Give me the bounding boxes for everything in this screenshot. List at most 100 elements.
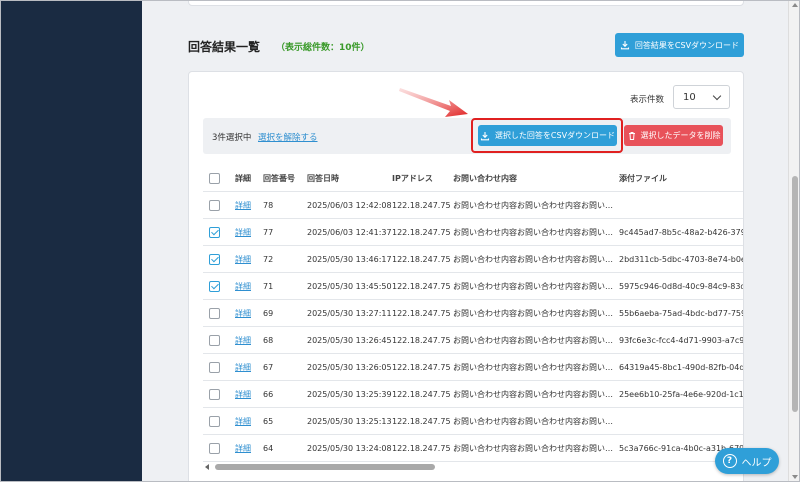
detail-link[interactable]: 詳細 [235, 273, 251, 299]
table-row: 詳細 71 2025/05/30 13:45:50 122.18.247.75 お問い合… [203, 273, 744, 300]
attachment-file: 93fc6e3c-fcc4-4d71-9903-a7c9f5 [619, 335, 744, 345]
delete-selected-button[interactable]: 選択したデータを削除 [624, 125, 723, 146]
horizontal-scrollbar[interactable] [203, 462, 731, 472]
answer-date: 2025/06/03 12:42:08 [307, 200, 392, 210]
detail-link[interactable]: 詳細 [235, 246, 251, 272]
header-date: 回答日時 [307, 174, 339, 183]
detail-link[interactable]: 詳細 [235, 327, 251, 353]
table-row: 詳細 66 2025/05/30 13:25:39 122.18.247.75 お問い合… [203, 381, 743, 408]
vertical-scroll-thumb[interactable] [792, 176, 798, 412]
attachment-file: 2bd311cb-5dbc-4703-8e74-b0ee [619, 254, 744, 264]
vertical-scrollbar[interactable] [788, 0, 800, 482]
header-detail: 詳細 [235, 174, 251, 183]
row-checkbox[interactable] [209, 280, 220, 292]
detail-link[interactable]: 詳細 [235, 192, 251, 218]
page-title: 回答結果一覧 [188, 40, 261, 54]
per-page-value: 10 [683, 91, 696, 103]
row-checkbox[interactable] [209, 253, 220, 265]
scroll-down-icon[interactable] [792, 475, 798, 479]
row-checkbox[interactable] [209, 334, 220, 346]
inquiry-body: お問い合わせ内容お問い合わせ内容お問い… [453, 308, 613, 318]
answer-number: 72 [263, 254, 274, 264]
row-checkbox[interactable] [209, 226, 220, 238]
answer-number: 71 [263, 281, 274, 291]
attachment-file [619, 192, 743, 218]
answer-number: 66 [263, 389, 274, 399]
download-selected-csv-button[interactable]: 選択した回答をCSVダウンロード [478, 125, 617, 146]
detail-link[interactable]: 詳細 [235, 381, 251, 407]
answer-number: 67 [263, 362, 274, 372]
attachment-file: 5975c946-0d8d-40c9-84c9-83d6 [619, 281, 744, 291]
row-checkbox[interactable] [209, 442, 220, 454]
detail-link[interactable]: 詳細 [235, 219, 251, 245]
detail-link[interactable]: 詳細 [235, 435, 251, 461]
table-row: 詳細 72 2025/05/30 13:46:17 122.18.247.75 お問い合… [203, 246, 744, 273]
inquiry-body: お問い合わせ内容お問い合わせ内容お問い… [453, 335, 613, 345]
chevron-down-icon [712, 91, 722, 101]
results-card: 表示件数 10 3件選択中 選択を解除する 選択した回答をCSVダウンロード 選… [188, 71, 744, 482]
header-ip: IPアドレス [392, 174, 433, 183]
download-icon [480, 131, 489, 140]
row-checkbox[interactable] [209, 361, 220, 373]
attachment-file: 64319a45-8bc1-490d-82fb-04da5 [619, 362, 744, 372]
scroll-up-icon[interactable] [792, 3, 798, 7]
detail-link[interactable]: 詳細 [235, 408, 251, 434]
download-selected-label: 選択した回答をCSVダウンロード [494, 131, 616, 140]
download-icon [620, 41, 629, 50]
sidebar [0, 0, 142, 482]
ip-address: 122.18.247.75 [392, 281, 451, 291]
answer-date: 2025/06/03 12:41:37 [307, 227, 392, 237]
answer-date: 2025/05/30 13:26:05 [307, 362, 392, 372]
row-checkbox[interactable] [209, 388, 220, 400]
detail-link[interactable]: 詳細 [235, 354, 251, 380]
scroll-left-icon [205, 464, 209, 470]
scroll-thumb[interactable] [215, 464, 435, 470]
answer-number: 69 [263, 308, 274, 318]
selected-count: 3件選択中 [212, 133, 252, 143]
answer-date: 2025/05/30 13:25:39 [307, 389, 392, 399]
answer-date: 2025/05/30 13:26:45 [307, 335, 392, 345]
ip-address: 122.18.247.75 [392, 443, 451, 453]
table-row: 詳細 64 2025/05/30 13:24:08 122.18.247.75 お問い合… [203, 435, 743, 462]
main-content: 回答結果一覧 （表示総件数：10件） 回答結果をCSVダウンロード 表示件数 1… [142, 0, 788, 482]
select-all-checkbox[interactable] [209, 173, 220, 184]
inquiry-body: お問い合わせ内容お問い合わせ内容お問い… [453, 416, 613, 426]
table-row: 詳細 69 2025/05/30 13:27:11 122.18.247.75 お問い合… [203, 300, 743, 327]
per-page-select[interactable]: 10 [673, 85, 730, 109]
clear-selection-link[interactable]: 選択を解除する [258, 131, 318, 143]
header-no: 回答番号 [263, 174, 295, 183]
table-row: 詳細 67 2025/05/30 13:26:05 122.18.247.75 お問い合… [203, 354, 744, 381]
help-label: ヘルプ [741, 457, 772, 469]
ip-address: 122.18.247.75 [392, 308, 451, 318]
row-checkbox[interactable] [209, 307, 220, 319]
inquiry-body: お問い合わせ内容お問い合わせ内容お問い… [453, 254, 613, 264]
inquiry-body: お問い合わせ内容お問い合わせ内容お問い… [453, 389, 613, 399]
download-all-csv-button[interactable]: 回答結果をCSVダウンロード [615, 33, 744, 57]
ip-address: 122.18.247.75 [392, 227, 451, 237]
detail-link[interactable]: 詳細 [235, 300, 251, 326]
delete-selected-label: 選択したデータを削除 [640, 131, 721, 140]
ip-address: 122.18.247.75 [392, 362, 451, 372]
inquiry-body: お問い合わせ内容お問い合わせ内容お問い… [453, 281, 613, 291]
row-checkbox[interactable] [209, 199, 220, 211]
table-header: 詳細 回答番号 回答日時 IPアドレス お問い合わせ内容 添付ファイル [203, 166, 743, 192]
row-checkbox[interactable] [209, 415, 220, 427]
answer-date: 2025/05/30 13:24:08 [307, 443, 392, 453]
total-count: （表示総件数：10件） [276, 43, 370, 53]
header-body: お問い合わせ内容 [453, 174, 517, 183]
answer-number: 65 [263, 416, 274, 426]
help-button[interactable]: ? ヘルプ [715, 448, 779, 474]
question-circle-icon: ? [722, 454, 737, 468]
answer-number: 78 [263, 200, 274, 210]
answer-date: 2025/05/30 13:46:17 [307, 254, 392, 264]
table-row: 詳細 65 2025/05/30 13:25:13 122.18.247.75 お問い合… [203, 408, 743, 435]
inquiry-body: お問い合わせ内容お問い合わせ内容お問い… [453, 227, 613, 237]
previous-card [188, 0, 744, 6]
trash-icon [628, 131, 635, 140]
table-row: 詳細 77 2025/06/03 12:41:37 122.18.247.75 お問い合… [203, 219, 744, 246]
attachment-file: 9c445ad7-8b5c-48a2-b426-3793 [619, 227, 744, 237]
inquiry-body: お問い合わせ内容お問い合わせ内容お問い… [453, 443, 613, 453]
inquiry-body: お問い合わせ内容お問い合わせ内容お問い… [453, 362, 613, 372]
per-page-label: 表示件数 [630, 95, 665, 105]
ip-address: 122.18.247.75 [392, 200, 451, 210]
